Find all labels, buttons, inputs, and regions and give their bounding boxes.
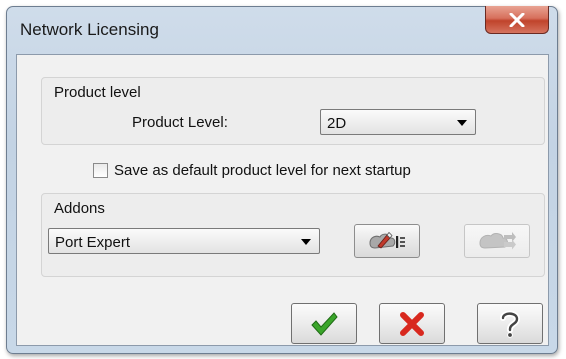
save-default-label[interactable]: Save as default product level for next s…: [114, 162, 411, 179]
chevron-down-icon: [301, 239, 311, 245]
product-level-group-legend: Product level: [54, 84, 141, 101]
edit-addons-icon: [367, 229, 407, 253]
dialog-body: Product level Product Level: 2D Save as …: [16, 54, 549, 346]
close-button[interactable]: [485, 6, 549, 34]
product-level-dropdown[interactable]: 2D: [320, 109, 476, 135]
window-title: Network Licensing: [20, 20, 159, 39]
dialog-window: Network Licensing Product level Product …: [6, 6, 558, 354]
addons-group-legend: Addons: [54, 200, 105, 217]
save-default-option[interactable]: Save as default product level for next s…: [93, 160, 411, 180]
title-bar[interactable]: Network Licensing: [7, 6, 557, 47]
product-level-group: Product level Product Level: 2D: [41, 77, 545, 145]
addon-value: Port Expert: [55, 234, 131, 251]
help-button[interactable]: [477, 303, 543, 344]
chevron-down-icon: [457, 120, 467, 126]
save-default-checkbox[interactable]: [93, 162, 108, 178]
addon-dropdown[interactable]: Port Expert: [48, 228, 320, 254]
product-level-value: 2D: [327, 115, 347, 132]
close-icon: [509, 12, 525, 27]
ok-button[interactable]: [291, 303, 357, 344]
edit-addons-button[interactable]: [354, 224, 420, 258]
question-mark-icon: [497, 309, 523, 339]
addon-action-button[interactable]: [464, 224, 530, 258]
addon-action-icon: [477, 229, 517, 253]
product-level-label: Product Level:: [132, 114, 228, 131]
addons-group: Addons Port Expert: [41, 193, 545, 277]
red-x-icon: [399, 311, 425, 337]
checkmark-icon: [309, 311, 339, 337]
cancel-button[interactable]: [379, 303, 445, 344]
